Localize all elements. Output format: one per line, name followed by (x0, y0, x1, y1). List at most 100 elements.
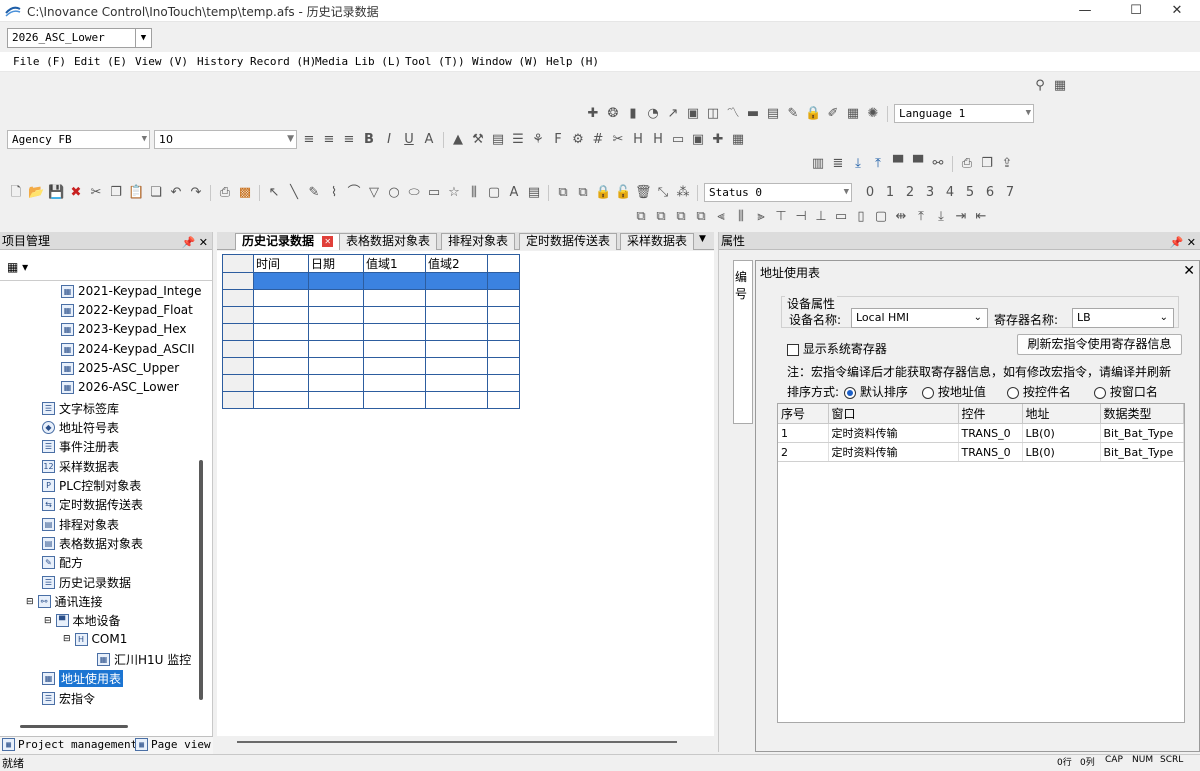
collapse-icon[interactable]: ⊟ (63, 634, 71, 644)
open-folder-icon[interactable]: 📂 (28, 185, 44, 201)
message-icon[interactable]: ▬ (745, 106, 761, 122)
bring-top-icon[interactable]: ⤒ (913, 209, 929, 225)
meter-icon[interactable]: ◔ (645, 106, 661, 122)
grid-h-scrollbar[interactable] (237, 741, 677, 743)
tab-history-data[interactable]: 历史记录数据 ✕ (235, 233, 341, 250)
show-system-checkbox[interactable] (787, 343, 799, 356)
status-0-button[interactable]: 0 (862, 185, 878, 201)
function-key-icon[interactable]: F (550, 132, 566, 148)
loading-icon[interactable]: ✺ (865, 106, 881, 122)
switch-obj-icon[interactable]: ⚒ (470, 132, 486, 148)
network-icon[interactable]: ⚯ (930, 156, 946, 172)
display-icon[interactable]: ▣ (685, 106, 701, 122)
move-icon[interactable]: ✚ (585, 106, 601, 122)
status-7-button[interactable]: 7 (1002, 185, 1018, 201)
number-input-icon[interactable]: # (590, 132, 606, 148)
list-item[interactable]: ▦ 2023-Keypad_Hex (61, 322, 187, 336)
same-size-icon[interactable]: ▢ (873, 209, 889, 225)
ruler-icon[interactable]: ▥ (810, 156, 826, 172)
list-item[interactable]: ▦ 2024-Keypad_ASCII (61, 342, 195, 356)
compile-icon[interactable]: ▩ (237, 185, 253, 201)
sort-control-radio[interactable]: 按控件名 (1007, 383, 1071, 400)
monitor-alt-icon[interactable]: ▀ (910, 156, 926, 172)
align-right-edge-icon[interactable]: ⫸ (753, 209, 769, 225)
device-name-select[interactable]: Local HMI ⌄ (851, 308, 988, 328)
grid-header-value1[interactable]: 值域1 (363, 254, 426, 273)
align-obj-2-icon[interactable]: ⧉ (673, 209, 689, 225)
sidebar-item-macro[interactable]: ☰ 宏指令 (42, 690, 95, 707)
grid-header-time[interactable]: 时间 (253, 254, 309, 273)
delete-icon[interactable]: ✖ (68, 185, 84, 201)
print-icon[interactable]: ⎙ (959, 156, 975, 172)
menu-window[interactable]: Window (W) (472, 55, 538, 68)
scale-icon[interactable]: ⫼ (466, 185, 482, 201)
sidebar-item-history-data[interactable]: ☰ 历史记录数据 (42, 574, 131, 591)
plus-icon[interactable]: ✚ (710, 132, 726, 148)
align-left-edge-icon[interactable]: ⫷ (713, 209, 729, 225)
radio-selected-icon[interactable] (844, 386, 856, 399)
table-row[interactable] (222, 306, 520, 324)
bitlamp-icon[interactable]: ❂ (605, 106, 621, 122)
font-color-icon[interactable]: A (421, 132, 437, 148)
window-icon[interactable]: ▭ (670, 132, 686, 148)
table-row[interactable] (222, 340, 520, 358)
list-item[interactable]: ▦ 2022-Keypad_Float (61, 303, 193, 317)
tab-list-chevron-icon[interactable]: ▼ (699, 234, 706, 244)
save-icon[interactable]: 💾 (48, 185, 64, 201)
scope-icon[interactable]: ◫ (705, 106, 721, 122)
sort-window-radio[interactable]: 按窗口名 (1094, 383, 1158, 400)
upload-icon[interactable]: ⤒ (870, 156, 886, 172)
status-1-button[interactable]: 1 (882, 185, 898, 201)
brush-icon[interactable]: ✎ (306, 185, 322, 201)
bar-chart-icon[interactable]: ▮ (625, 106, 641, 122)
tab-close-icon[interactable]: ✕ (322, 236, 334, 247)
sidebar-item-address-symbols[interactable]: ◆ 地址符号表 (42, 419, 119, 436)
chevron-down-icon[interactable]: ▼ (1026, 105, 1031, 122)
tab-timed-transfer[interactable]: 定时数据传送表 (519, 233, 618, 250)
table-row[interactable] (222, 323, 520, 341)
chevron-down-icon[interactable]: ⌄ (1160, 309, 1168, 327)
status-3-button[interactable]: 3 (922, 185, 938, 201)
gear-icon[interactable]: ⚙ (570, 132, 586, 148)
collapse-icon[interactable]: ⊟ (44, 616, 52, 626)
align-bottom-edge-icon[interactable]: ⊥ (813, 209, 829, 225)
bold-icon[interactable]: B (361, 132, 377, 148)
language-select[interactable]: Language 1 ▼ (894, 104, 1034, 123)
tab-table-data[interactable]: 表格数据对象表 (339, 233, 438, 250)
close-icon[interactable]: ✕ (1183, 263, 1195, 279)
table-row[interactable] (222, 357, 520, 375)
zoom-icon[interactable]: ⚲ (1032, 78, 1048, 94)
align-icon[interactable]: ≣ (830, 156, 846, 172)
tab-schedule[interactable]: 排程对象表 (441, 233, 516, 250)
align-v-center-icon[interactable]: ⊣ (793, 209, 809, 225)
collapse-icon[interactable]: ⊟ (26, 597, 34, 607)
sidebar-item-schedule[interactable]: ▤ 排程对象表 (42, 516, 119, 533)
project-combo[interactable]: 2026_ASC_Lower ▼ (7, 28, 152, 48)
sidebar-item-timed-transfer[interactable]: ⇆ 定时数据传送表 (42, 496, 143, 513)
align-obj-3-icon[interactable]: ⧉ (693, 209, 709, 225)
tab-project-management[interactable]: ▦ Project management (2, 738, 137, 751)
list-item[interactable]: ▦ 2026-ASC_Lower (61, 380, 179, 394)
sidebar-item-plc-control[interactable]: P PLC控制对象表 (42, 477, 141, 494)
register-name-select[interactable]: LB ⌄ (1072, 308, 1174, 328)
curve-icon[interactable]: 〽 (725, 106, 741, 122)
sidebar-item-address-usage[interactable]: ▦ 地址使用表 (42, 670, 124, 687)
resize-icon[interactable]: ⤡ (655, 185, 671, 201)
align-top-left-icon[interactable]: ⧉ (633, 209, 649, 225)
align-h-center-icon[interactable]: ⫼ (733, 209, 749, 225)
pin-close-icon[interactable]: 📌 ✕ (182, 234, 208, 252)
list-item[interactable]: ▦ 2025-ASC_Upper (61, 361, 179, 375)
table-row[interactable]: 1 定时资料传输 TRANS_0 LB(0) Bit_Bat_Type (778, 423, 1184, 443)
table-row[interactable] (222, 272, 520, 290)
sort-default-radio[interactable]: 默认排序 (844, 383, 908, 400)
menu-edit[interactable]: Edit (E) (74, 55, 127, 68)
align-left-icon[interactable]: ≡ (301, 132, 317, 148)
table-row[interactable] (222, 391, 520, 409)
pen-icon[interactable]: ✐ (825, 106, 841, 122)
radio-icon[interactable] (1094, 386, 1106, 399)
tab-page-view[interactable]: ▦ Page view (135, 738, 211, 751)
sidebar-item-recipe[interactable]: ✎ 配方 (42, 554, 83, 571)
col-data-type[interactable]: 数据类型 (1100, 404, 1184, 424)
tools-icon[interactable]: ✂ (610, 132, 626, 148)
menu-history-record[interactable]: History Record (H) (197, 55, 316, 68)
